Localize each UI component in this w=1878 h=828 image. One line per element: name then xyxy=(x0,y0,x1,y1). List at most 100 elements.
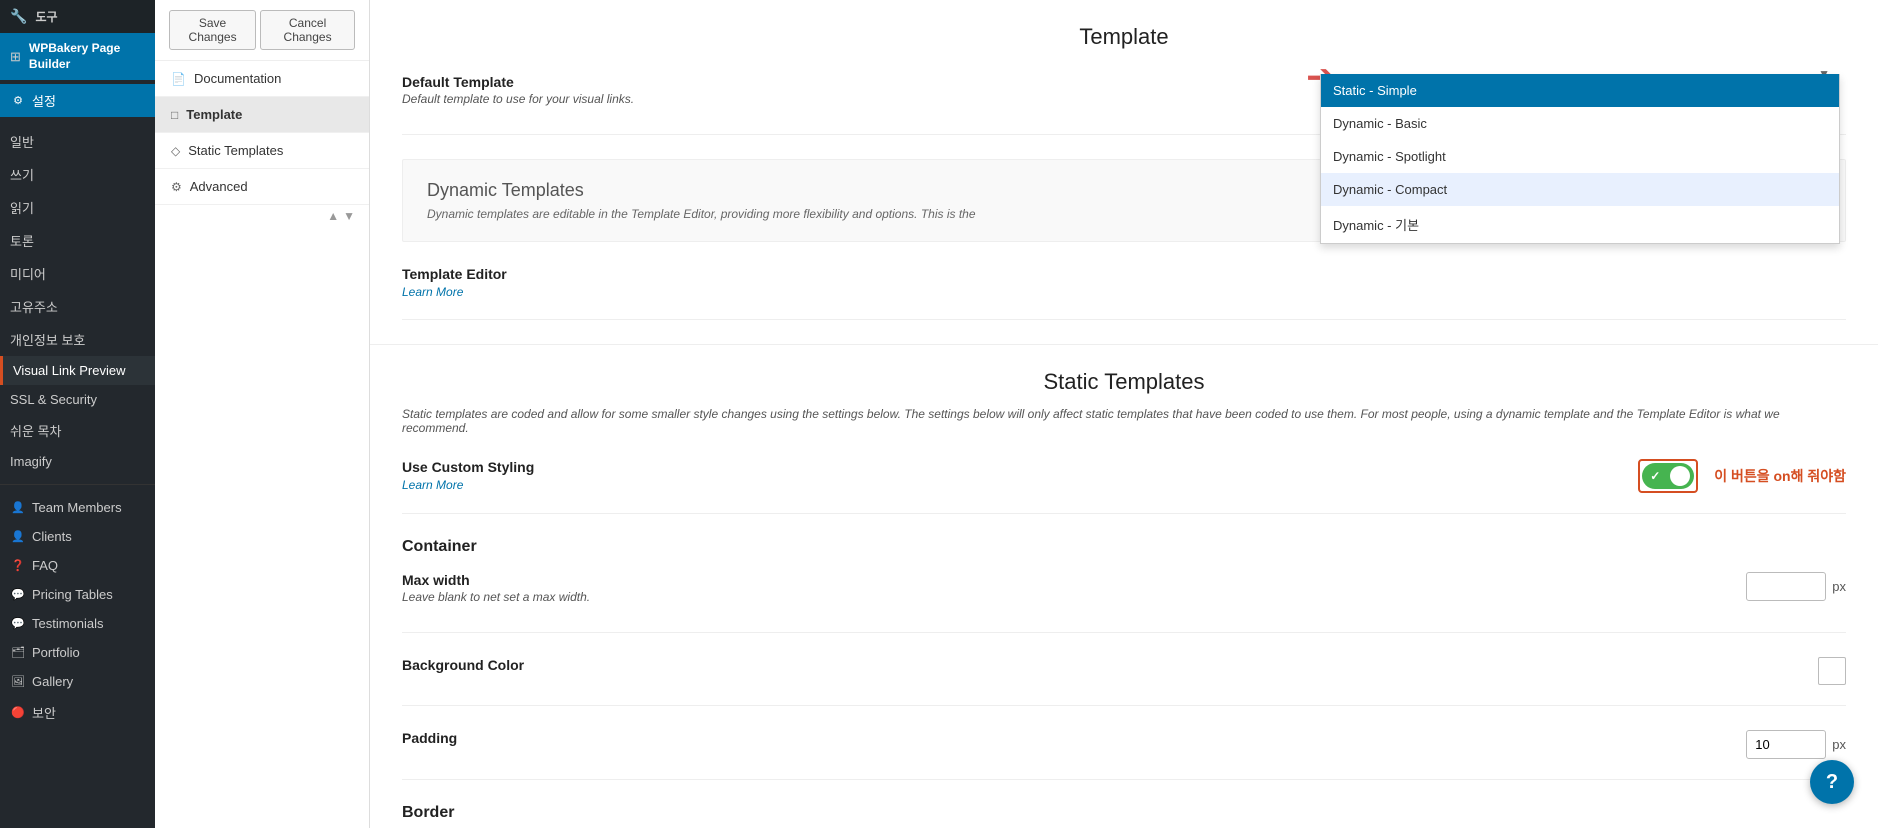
submenu-item-template[interactable]: □ Template xyxy=(155,97,369,133)
max-width-desc: Leave blank to net set a max width. xyxy=(402,590,1730,604)
sidebar-item-security[interactable]: 🔴 보안 xyxy=(0,696,155,729)
template-label: Template xyxy=(186,107,242,122)
sidebar-item-portfolio[interactable]: 🗂 Portfolio xyxy=(0,638,155,667)
gallery-icon: 🖼 xyxy=(10,675,26,688)
sidebar-tool-item[interactable]: 🔧 도구 xyxy=(0,0,155,33)
sidebar-item-settings[interactable]: ⚙ 설정 xyxy=(0,84,155,117)
custom-styling-learn-more[interactable]: Learn More xyxy=(402,478,463,492)
main-inner: Template Default Template Default templa… xyxy=(370,0,1878,828)
testimonials-label: Testimonials xyxy=(32,616,104,631)
sidebar-item-discussion[interactable]: 토론 xyxy=(0,224,155,257)
clients-label: Clients xyxy=(32,529,72,544)
sidebar-tool-label: 도구 xyxy=(35,8,57,25)
settings-icon: ⚙ xyxy=(10,94,26,107)
discussion-label: 토론 xyxy=(10,231,34,250)
sidebar-item-testimonials[interactable]: 💬 Testimonials xyxy=(0,609,155,638)
template-editor-info: Template Editor Learn More xyxy=(402,266,1846,299)
dropdown-option-0[interactable]: Static - Simple xyxy=(1321,74,1839,107)
doc-label: Documentation xyxy=(194,71,281,86)
scroll-down-arrow[interactable]: ▼ xyxy=(343,209,355,223)
padding-row: Padding px xyxy=(402,730,1846,780)
security-label: 보안 xyxy=(32,703,56,722)
toggle-check-icon: ✓ xyxy=(1650,469,1660,483)
sidebar-item-clients[interactable]: 👤 Clients xyxy=(0,522,155,551)
sidebar-item-team-members[interactable]: 👤 Team Members xyxy=(0,493,155,522)
use-custom-styling-row: Use Custom Styling Learn More ✓ 이 버튼을 on… xyxy=(402,459,1846,514)
sidebar-item-general[interactable]: 일반 xyxy=(0,125,155,158)
sidebar-item-read[interactable]: 읽기 xyxy=(0,191,155,224)
dropdown-option-3[interactable]: Dynamic - Compact xyxy=(1321,173,1839,206)
sidebar-brand-label: WPBakery Page Builder xyxy=(29,41,145,72)
sidebar-item-toc[interactable]: 쉬운 목차 xyxy=(0,414,155,447)
sidebar-item-write[interactable]: 쓰기 xyxy=(0,158,155,191)
sidebar-item-imagify[interactable]: Imagify xyxy=(0,447,155,476)
sidebar-item-visual-link[interactable]: Visual Link Preview ▶ xyxy=(0,356,155,385)
template-section-title: Template xyxy=(402,24,1846,50)
bg-color-info: Background Color xyxy=(402,657,1802,675)
sidebar: 🔧 도구 ⊞ WPBakery Page Builder ⚙ 설정 일반 쓰기 … xyxy=(0,0,155,828)
sidebar-item-ssl[interactable]: SSL & Security xyxy=(0,385,155,414)
container-title: Container xyxy=(402,538,1846,556)
sidebar-brand[interactable]: ⊞ WPBakery Page Builder xyxy=(0,33,155,80)
submenu: Save Changes Cancel Changes 📄 Documentat… xyxy=(155,0,370,828)
static-label: Static Templates xyxy=(188,143,283,158)
sidebar-item-media[interactable]: 미디어 xyxy=(0,257,155,290)
sidebar-item-privacy[interactable]: 개인정보 보호 xyxy=(0,323,155,356)
sidebar-divider xyxy=(0,484,155,485)
padding-input[interactable] xyxy=(1746,730,1826,759)
custom-styling-control: ✓ 이 버튼을 on해 줘야함 xyxy=(1638,459,1846,493)
toggle-red-box: ✓ xyxy=(1638,459,1698,493)
custom-styling-toggle[interactable]: ✓ xyxy=(1642,463,1694,489)
template-editor-learn-more[interactable]: Learn More xyxy=(402,285,463,299)
static-icon: ◇ xyxy=(171,144,180,158)
sidebar-item-permalink[interactable]: 고유주소 xyxy=(0,290,155,323)
max-width-control: px xyxy=(1746,572,1846,601)
portfolio-icon: 🗂 xyxy=(10,646,26,659)
cancel-changes-button[interactable]: Cancel Changes xyxy=(260,10,355,50)
imagify-label: Imagify xyxy=(10,454,52,469)
scroll-up-arrow[interactable]: ▲ xyxy=(327,209,339,223)
padding-unit: px xyxy=(1832,737,1846,752)
portfolio-label: Portfolio xyxy=(32,645,80,660)
write-label: 쓰기 xyxy=(10,165,34,184)
help-button[interactable]: ? xyxy=(1810,760,1854,804)
template-editor-label: Template Editor xyxy=(402,266,1846,282)
security-icon: 🔴 xyxy=(10,706,26,719)
ssl-label: SSL & Security xyxy=(10,392,97,407)
save-changes-button[interactable]: Save Changes xyxy=(169,10,256,50)
custom-styling-label: Use Custom Styling xyxy=(402,459,1622,475)
toc-label: 쉬운 목차 xyxy=(10,421,61,440)
visual-link-label: Visual Link Preview xyxy=(13,363,125,378)
testimonials-icon: 💬 xyxy=(10,617,26,630)
dropdown-option-4[interactable]: Dynamic - 기본 xyxy=(1321,206,1839,243)
toggle-annotation-text: 이 버튼을 on해 줘야함 xyxy=(1714,466,1846,486)
menu-section: 일반 쓰기 읽기 토론 미디어 고유주소 개인정보 보호 Visual Link… xyxy=(0,121,155,480)
static-templates-section: Static Templates Static templates are co… xyxy=(370,344,1878,828)
submenu-item-advanced[interactable]: ⚙ Advanced xyxy=(155,169,369,205)
bg-color-swatch[interactable] xyxy=(1818,657,1846,685)
default-template-label: Default Template xyxy=(402,74,1304,90)
settings-section: ⚙ 설정 xyxy=(0,80,155,121)
template-icon: □ xyxy=(171,108,178,122)
max-width-input[interactable] xyxy=(1746,572,1826,601)
main-content: Template Default Template Default templa… xyxy=(370,0,1878,828)
max-width-unit: px xyxy=(1832,579,1846,594)
submenu-item-static-templates[interactable]: ◇ Static Templates xyxy=(155,133,369,169)
padding-control: px xyxy=(1746,730,1846,759)
custom-styling-info: Use Custom Styling Learn More xyxy=(402,459,1622,492)
sidebar-item-gallery[interactable]: 🖼 Gallery xyxy=(0,667,155,696)
sidebar-item-pricing[interactable]: 💬 Pricing Tables xyxy=(0,580,155,609)
max-width-info: Max width Leave blank to net set a max w… xyxy=(402,572,1730,612)
dropdown-option-2[interactable]: Dynamic - Spotlight xyxy=(1321,140,1839,173)
template-editor-row: Template Editor Learn More xyxy=(402,266,1846,320)
settings-label: 설정 xyxy=(32,91,56,110)
gallery-label: Gallery xyxy=(32,674,73,689)
bg-color-label: Background Color xyxy=(402,657,1802,673)
doc-icon: 📄 xyxy=(171,72,186,86)
submenu-item-documentation[interactable]: 📄 Documentation xyxy=(155,61,369,97)
dropdown-option-1[interactable]: Dynamic - Basic xyxy=(1321,107,1839,140)
sidebar-item-faq[interactable]: ❓ FAQ xyxy=(0,551,155,580)
faq-icon: ❓ xyxy=(10,559,26,572)
default-template-desc: Default template to use for your visual … xyxy=(402,92,1304,106)
privacy-label: 개인정보 보호 xyxy=(10,330,85,349)
